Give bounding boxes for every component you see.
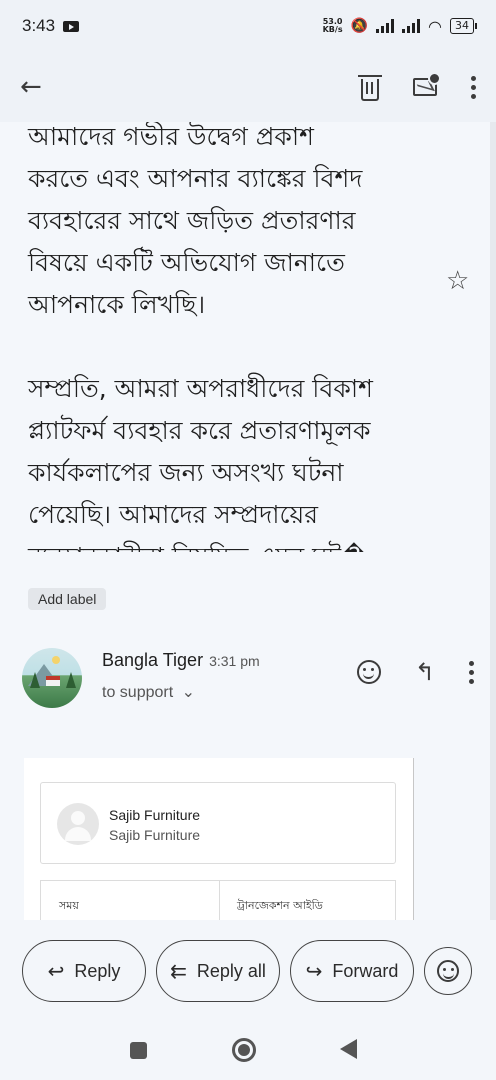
right-edge <box>490 122 496 920</box>
chevron-down-icon: ⌄ <box>181 684 196 701</box>
forward-icon: ↪ <box>305 960 323 983</box>
reply-all-button[interactable]: ⇇ Reply all <box>156 940 280 1002</box>
avatar[interactable] <box>22 648 82 708</box>
embedded-sender-name: Sajib Furniture <box>109 807 201 823</box>
sender-row: Bangla Tiger 3:31 pm to support ⌄ ↰ <box>22 646 482 710</box>
forward-button[interactable]: ↪ Forward <box>290 940 414 1002</box>
message-paragraph-2: সম্প্রতি, আমরা অপরাধীদের বিকাশ প্ল্যাটফর… <box>28 374 373 552</box>
recipient-toggle[interactable]: to support ⌄ <box>102 682 195 702</box>
status-time: 3:43 <box>22 16 56 35</box>
reply-icon: ↩ <box>47 960 65 983</box>
message-body: আমাদের গভীর উদ্বেগ প্রকাশ করতে এবং আপনার… <box>28 122 428 552</box>
wifi-icon: ◠ <box>428 16 442 36</box>
status-bar: 3:43 53.0 KB/s 🔕 ◠ 34 <box>0 0 496 52</box>
mute-icon: 🔕 <box>350 18 369 34</box>
reply-action-bar: ↩ Reply ⇇ Reply all ↪ Forward <box>0 920 496 1020</box>
back-arrow-icon[interactable]: ← <box>20 74 42 100</box>
battery-icon: 34 <box>450 18 477 34</box>
youtube-notification-icon <box>63 20 80 32</box>
embedded-col-time: সময় <box>59 899 79 912</box>
sender-actions: ↰ <box>356 660 474 684</box>
system-nav-bar <box>0 1020 496 1080</box>
add-label-chip[interactable]: Add label <box>28 588 107 610</box>
reply-icon[interactable]: ↰ <box>415 660 435 684</box>
mail-unread-icon[interactable] <box>413 72 441 96</box>
recents-icon[interactable] <box>130 1042 147 1059</box>
signal-icon-2 <box>402 19 421 33</box>
embedded-divider <box>219 881 220 920</box>
emoji-icon <box>437 960 459 982</box>
trash-icon[interactable] <box>358 74 382 101</box>
more-vert-icon[interactable] <box>471 75 476 99</box>
embedded-email: Sajib Furniture Sajib Furniture সময় ট্র… <box>24 758 414 920</box>
add-reaction-icon[interactable] <box>356 660 381 684</box>
home-icon[interactable] <box>232 1038 256 1062</box>
email-toolbar: ← <box>0 52 496 122</box>
embedded-avatar-icon <box>57 803 99 845</box>
reply-button[interactable]: ↩ Reply <box>22 940 146 1002</box>
reply-all-icon: ⇇ <box>170 960 187 983</box>
embedded-sender-subtitle: Sajib Furniture <box>109 827 201 843</box>
embedded-table: সময় ট্রানজেকশন আইডি <box>40 880 396 920</box>
signal-icon <box>376 19 395 33</box>
back-triangle-icon[interactable] <box>340 1039 357 1059</box>
message-scroll-area[interactable]: আমাদের গভীর উদ্বেগ প্রকাশ করতে এবং আপনার… <box>0 122 496 552</box>
react-button[interactable] <box>424 947 472 995</box>
star-outline-icon[interactable]: ☆ <box>446 266 469 296</box>
sender-name: Bangla Tiger 3:31 pm <box>102 650 260 670</box>
sender-time: 3:31 pm <box>209 653 260 669</box>
message-paragraph-1: আমাদের গভীর উদ্বেগ প্রকাশ করতে এবং আপনার… <box>28 122 363 319</box>
message-more-icon[interactable] <box>469 660 474 684</box>
embedded-col-txn: ট্রানজেকশন আইডি <box>237 899 323 912</box>
status-indicators: 53.0 KB/s 🔕 ◠ 34 <box>322 16 477 36</box>
toolbar-actions <box>358 72 476 101</box>
network-speed: 53.0 KB/s <box>322 17 343 34</box>
embedded-sender-card: Sajib Furniture Sajib Furniture <box>40 782 396 864</box>
